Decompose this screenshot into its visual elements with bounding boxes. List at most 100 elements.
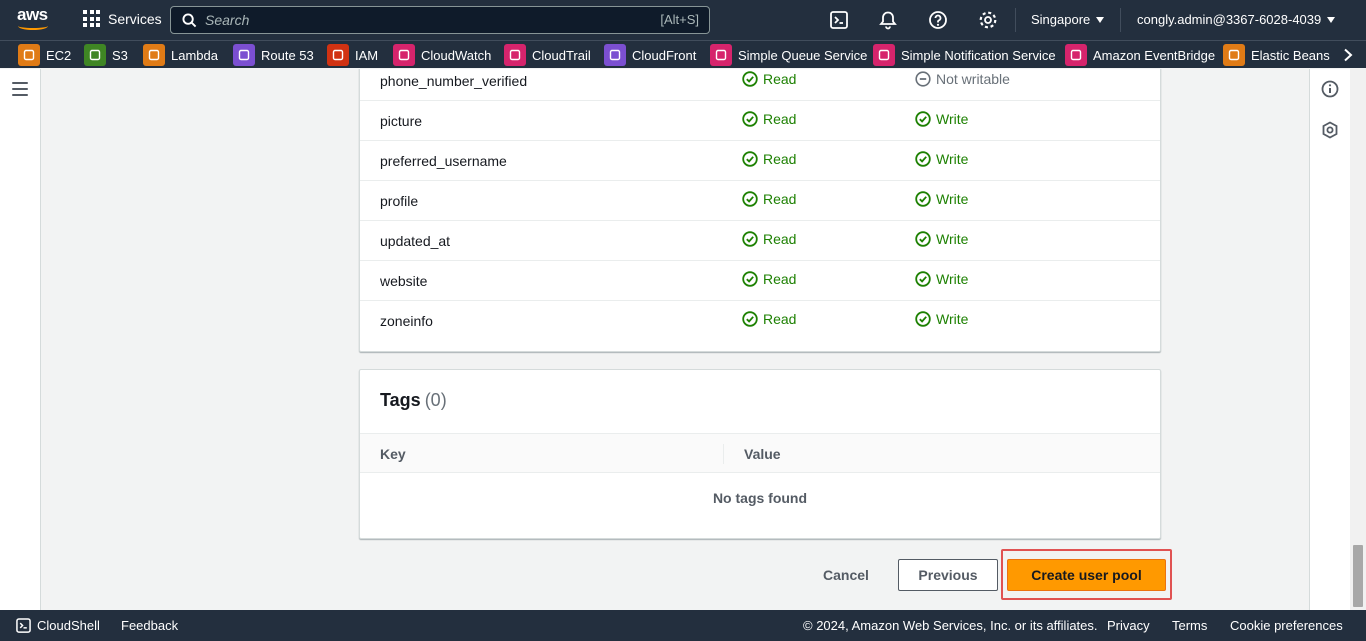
table-row: zoneinfo Read Write — [360, 301, 1160, 341]
lambda-icon — [143, 44, 165, 66]
minus-circle-icon — [915, 71, 931, 87]
help-icon[interactable] — [928, 10, 948, 30]
favorite-cloudfront[interactable]: CloudFront — [604, 43, 696, 67]
attribute-name: phone_number_verified — [380, 73, 528, 89]
cookie-preferences-link[interactable]: Cookie preferences — [1230, 618, 1343, 633]
favorite-route53[interactable]: Route 53 — [233, 43, 314, 67]
search-input[interactable] — [205, 10, 605, 30]
menu-hamburger-icon[interactable] — [12, 82, 28, 96]
route53-icon — [233, 44, 255, 66]
favorites-scroll-right-icon[interactable] — [1330, 41, 1366, 68]
check-circle-icon — [915, 311, 931, 327]
cloudwatch-icon — [393, 44, 415, 66]
write-permission: Not writable — [915, 71, 1010, 87]
favorite-label: IAM — [355, 47, 379, 63]
favorite-iam[interactable]: IAM — [327, 43, 378, 67]
aws-smile-icon — [18, 22, 48, 30]
attribute-name: profile — [380, 193, 419, 209]
read-permission-label: Read — [763, 311, 797, 327]
table-row: preferred_username Read Write — [360, 141, 1160, 181]
write-permission-label: Write — [936, 311, 969, 327]
write-permission: Write — [915, 191, 968, 207]
check-circle-icon — [742, 191, 758, 207]
tags-empty-state: No tags found — [712, 490, 808, 506]
copyright-text: © 2024, Amazon Web Services, Inc. or its… — [803, 618, 1098, 633]
notifications-bell-icon[interactable] — [878, 10, 898, 30]
nav-divider — [1015, 8, 1016, 32]
favorite-cloudtrail[interactable]: CloudTrail — [504, 43, 591, 67]
scrollbar-thumb[interactable] — [1353, 545, 1363, 607]
security-shield-icon[interactable] — [1321, 121, 1339, 139]
previous-button[interactable]: Previous — [898, 559, 998, 591]
check-circle-icon — [915, 151, 931, 167]
check-circle-icon — [742, 71, 758, 87]
cloudshell-label: CloudShell — [37, 618, 100, 633]
favorites-bar: EC2 S3 Lambda Route 53 IAM CloudWatch CloudTra… — [0, 40, 1366, 68]
check-circle-icon — [742, 151, 758, 167]
favorite-cloudwatch[interactable]: CloudWatch — [393, 43, 491, 67]
privacy-link[interactable]: Privacy — [1107, 618, 1150, 633]
chevron-down-icon — [1096, 17, 1105, 23]
cloudshell-icon[interactable] — [829, 10, 849, 30]
account-menu[interactable]: congly.admin@3367-6028-4039 — [1137, 12, 1336, 27]
chevron-down-icon — [1327, 17, 1336, 23]
table-row: phone_number_verified Read Not writable — [360, 69, 1160, 101]
attribute-name: zoneinfo — [380, 313, 433, 329]
search-box[interactable]: [Alt+S] — [170, 6, 710, 34]
tags-panel: Tags (0) Key Value No tags found — [359, 369, 1161, 539]
favorite-s3[interactable]: S3 — [84, 43, 128, 67]
favorite-ec2[interactable]: EC2 — [18, 43, 71, 67]
table-row: updated_at Read Write — [360, 221, 1160, 261]
top-navigation: aws Services [Alt+S] Singapore congly.ad… — [0, 0, 1366, 40]
write-permission-label: Write — [936, 111, 969, 127]
write-permission: Write — [915, 271, 968, 287]
read-permission-label: Read — [763, 151, 797, 167]
favorite-label: Elastic Beans — [1251, 47, 1330, 63]
cloudshell-footer-button[interactable]: CloudShell — [16, 618, 100, 633]
read-permission-label: Read — [763, 271, 797, 287]
services-button[interactable]: Services — [83, 10, 162, 27]
aws-logo[interactable]: aws — [17, 6, 51, 34]
write-permission: Write — [915, 311, 968, 327]
check-circle-icon — [915, 271, 931, 287]
write-permission: Write — [915, 151, 968, 167]
favorite-sns[interactable]: Simple Notification Service — [873, 43, 1056, 67]
read-permission-label: Read — [763, 71, 797, 87]
page-scrollbar[interactable] — [1350, 69, 1366, 610]
elastic-beanstalk-icon — [1223, 44, 1245, 66]
terms-link[interactable]: Terms — [1172, 618, 1207, 633]
iam-icon — [327, 44, 349, 66]
check-circle-icon — [915, 191, 931, 207]
cancel-button[interactable]: Cancel — [809, 559, 883, 591]
favorite-label: CloudFront — [632, 47, 697, 63]
read-permission-label: Read — [763, 111, 797, 127]
column-divider — [723, 444, 724, 464]
tags-count: (0) — [424, 390, 447, 410]
favorite-lambda[interactable]: Lambda — [143, 43, 218, 67]
read-permission: Read — [742, 311, 796, 327]
write-permission-label: Not writable — [936, 71, 1010, 87]
favorite-label: S3 — [112, 47, 128, 63]
services-grid-icon — [83, 10, 100, 27]
cloudfront-icon — [604, 44, 626, 66]
favorite-label: CloudTrail — [532, 47, 591, 63]
favorite-eventbridge[interactable]: Amazon EventBridge — [1065, 43, 1215, 67]
tags-title: Tags — [380, 390, 421, 410]
tools-rail — [1309, 69, 1350, 610]
account-label: congly.admin@3367-6028-4039 — [1137, 12, 1322, 27]
info-icon[interactable] — [1321, 80, 1339, 98]
feedback-link[interactable]: Feedback — [121, 618, 178, 633]
nav-divider — [1120, 8, 1121, 32]
favorite-label: Lambda — [171, 47, 218, 63]
create-user-pool-button[interactable]: Create user pool — [1007, 559, 1166, 591]
check-circle-icon — [742, 231, 758, 247]
check-circle-icon — [915, 231, 931, 247]
favorite-elastic-beanstalk[interactable]: Elastic Beans — [1223, 43, 1330, 67]
favorite-label: Route 53 — [261, 47, 314, 63]
check-circle-icon — [742, 271, 758, 287]
sqs-icon — [710, 44, 732, 66]
favorite-sqs[interactable]: Simple Queue Service — [710, 43, 867, 67]
region-selector[interactable]: Singapore — [1031, 12, 1105, 27]
attribute-permissions-table: phone_number_verified Read Not writable pic… — [359, 69, 1161, 352]
settings-gear-icon[interactable] — [978, 10, 998, 30]
